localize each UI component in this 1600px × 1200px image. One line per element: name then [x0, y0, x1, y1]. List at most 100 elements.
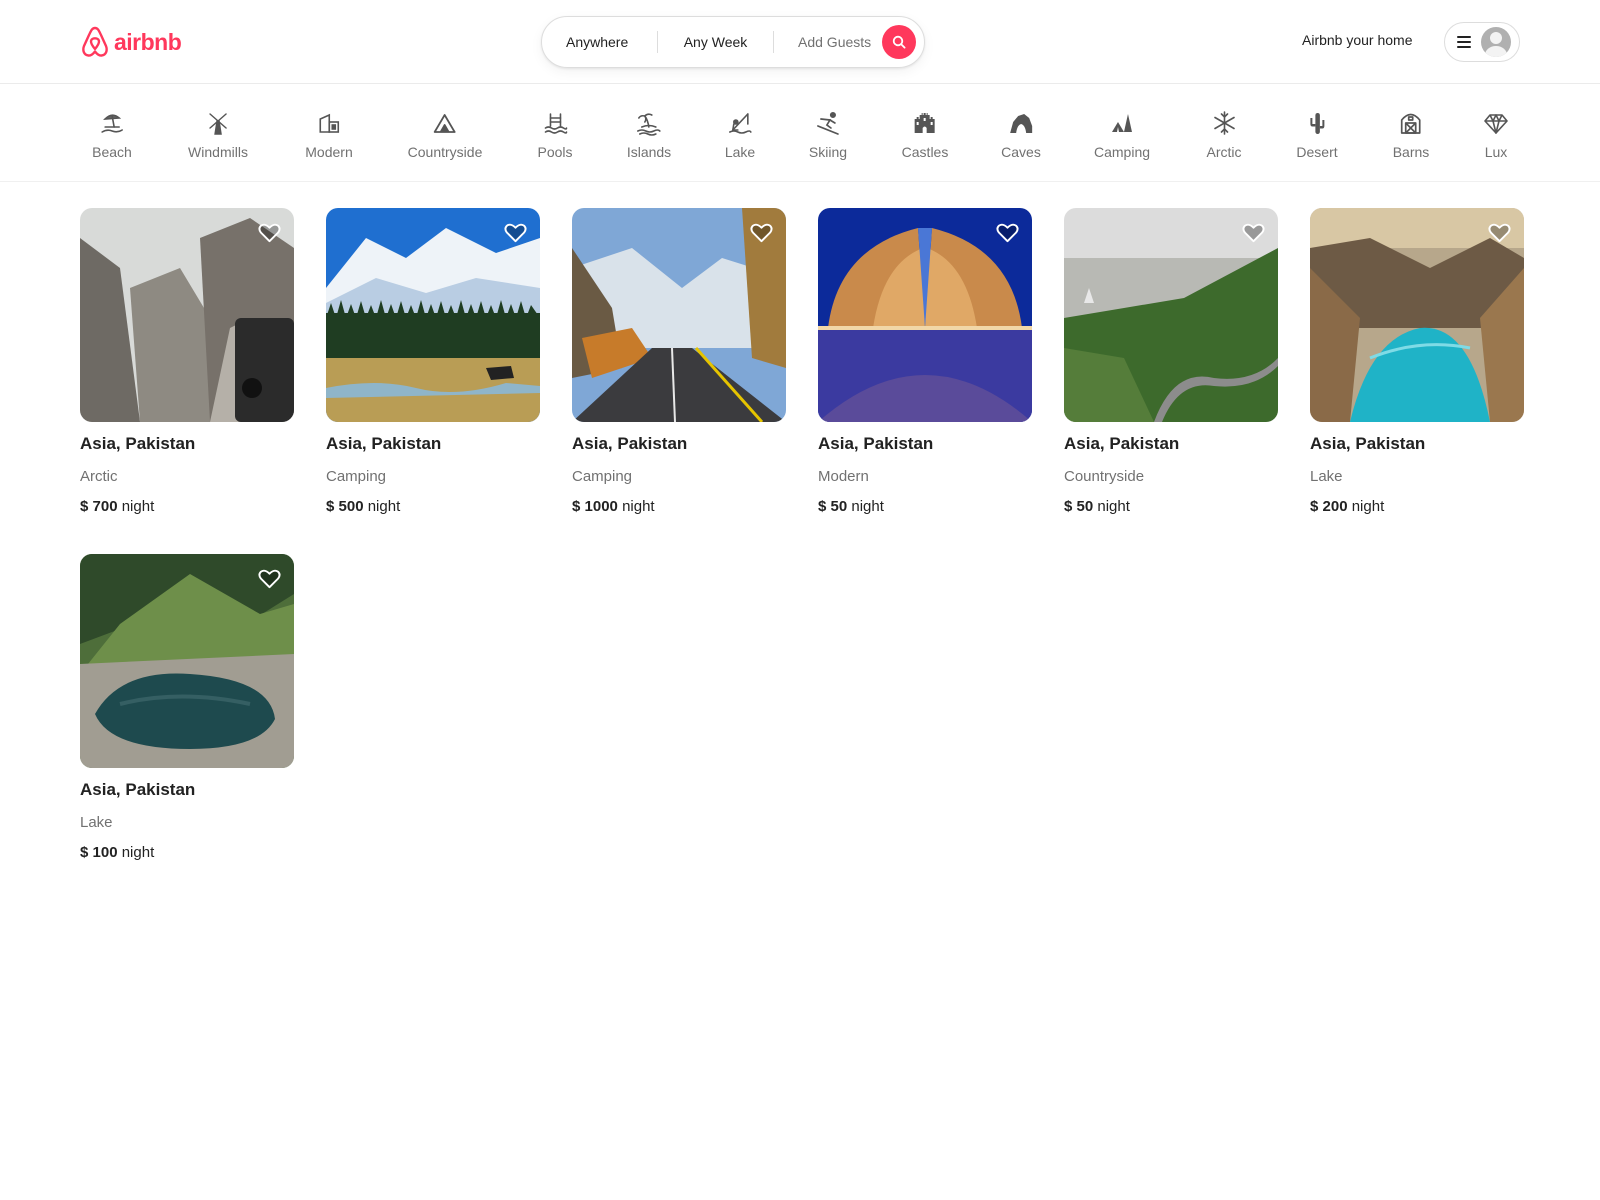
search-anywhere[interactable]: Anywhere: [542, 17, 657, 67]
camping-tent-icon: [1112, 114, 1132, 132]
listing-photo[interactable]: [818, 208, 1032, 422]
windmill-icon: [209, 113, 227, 135]
castle-icon: [915, 113, 935, 133]
price-unit: night: [622, 498, 655, 515]
listing-photo[interactable]: [80, 208, 294, 422]
listing-price: $ 700 night: [80, 498, 294, 515]
airbnb-logo[interactable]: airbnb: [80, 25, 182, 59]
listing-photo[interactable]: [1064, 208, 1278, 422]
search-add-guests[interactable]: Add Guests: [774, 17, 892, 67]
heart-icon[interactable]: [1241, 220, 1266, 245]
cactus-icon: [1309, 113, 1324, 134]
pool-icon: [544, 113, 567, 134]
category-label: Beach: [92, 144, 132, 160]
listing-price: $ 100 night: [80, 844, 294, 861]
category-islands[interactable]: Islands: [627, 110, 671, 166]
lake-fishing-icon: [729, 113, 752, 134]
category-lux[interactable]: Lux: [1483, 110, 1509, 166]
airbnb-your-home-link[interactable]: Airbnb your home: [1302, 32, 1413, 48]
listing-card[interactable]: Asia, Pakistan Lake $ 200 night: [1310, 208, 1524, 515]
listing-photo[interactable]: [326, 208, 540, 422]
listing-card[interactable]: Asia, Pakistan Camping $ 500 night: [326, 208, 540, 515]
barn-icon: [1401, 113, 1421, 134]
search-icon: [892, 35, 906, 49]
category-label: Caves: [1001, 144, 1041, 160]
listing-category: Countryside: [1064, 468, 1145, 485]
heart-icon[interactable]: [749, 220, 774, 245]
user-menu-button[interactable]: [1444, 22, 1520, 62]
price-unit: night: [367, 498, 401, 515]
price-currency: $: [818, 498, 827, 515]
category-arctic[interactable]: Arctic: [1207, 110, 1242, 166]
category-label: Arctic: [1206, 144, 1242, 160]
category-label: Lake: [724, 144, 756, 160]
listing-category: Lake: [80, 814, 113, 831]
category-countryside[interactable]: Countryside: [408, 110, 482, 166]
search-any-week[interactable]: Any Week: [658, 17, 773, 67]
category-caves[interactable]: Caves: [1001, 110, 1041, 166]
top-header: airbnb Anywhere Any Week Add Guests Airb…: [0, 0, 1600, 84]
listing-location: Asia, Pakistan: [1064, 434, 1180, 453]
listing-category: Arctic: [80, 468, 118, 485]
heart-icon[interactable]: [995, 220, 1020, 245]
price-unit: night: [121, 844, 155, 861]
price-amount: 50: [1076, 498, 1094, 515]
heart-icon[interactable]: [503, 220, 528, 245]
listing-photo[interactable]: [80, 554, 294, 768]
listing-location: Asia, Pakistan: [1310, 434, 1426, 453]
listing-price: $ 50 night: [1064, 498, 1278, 515]
hamburger-menu-icon: [1457, 36, 1471, 48]
category-beach[interactable]: Beach: [92, 110, 132, 166]
category-label: Modern: [305, 144, 353, 160]
heart-icon[interactable]: [257, 566, 282, 591]
listing-category: Camping: [326, 468, 387, 485]
price-currency: $: [326, 498, 335, 515]
heart-icon[interactable]: [257, 220, 282, 245]
listing-photo[interactable]: [1310, 208, 1524, 422]
price-currency: $: [80, 498, 89, 515]
category-label: Desert: [1296, 144, 1338, 160]
listing-card[interactable]: Asia, Pakistan Lake $ 100 night: [80, 554, 294, 861]
category-label: Skiing: [808, 144, 848, 160]
category-bar: Beach Windmills Modern Countryside Pools…: [0, 84, 1600, 182]
category-desert[interactable]: Desert: [1296, 110, 1338, 166]
price-unit: night: [1097, 498, 1130, 515]
listing-card[interactable]: Asia, Pakistan Modern $ 50 night: [818, 208, 1032, 515]
snowflake-icon: [1213, 111, 1235, 135]
category-label: Lux: [1484, 144, 1508, 160]
listing-photo[interactable]: [572, 208, 786, 422]
price-currency: $: [80, 844, 89, 861]
listing-card[interactable]: Asia, Pakistan Camping $ 1000 night: [572, 208, 786, 515]
airbnb-logo-icon: [82, 26, 108, 57]
price-currency: $: [572, 498, 581, 515]
listing-location: Asia, Pakistan: [572, 434, 688, 453]
category-label: Islands: [626, 144, 672, 160]
price-amount: 200: [1322, 498, 1348, 515]
search-button[interactable]: [882, 25, 916, 59]
category-label: Pools: [537, 144, 573, 160]
price-currency: $: [1310, 498, 1319, 515]
category-label: Castles: [901, 144, 949, 160]
heart-icon[interactable]: [1487, 220, 1512, 245]
category-lake[interactable]: Lake: [725, 110, 755, 166]
price-amount: 50: [830, 498, 848, 515]
category-camping[interactable]: Camping: [1094, 110, 1150, 166]
listing-card[interactable]: Asia, Pakistan Countryside $ 50 night: [1064, 208, 1278, 515]
category-skiing[interactable]: Skiing: [809, 110, 847, 166]
skiing-icon: [817, 111, 839, 135]
avatar: [1481, 27, 1511, 57]
category-windmills[interactable]: Windmills: [188, 110, 248, 166]
listing-category: Camping: [572, 468, 633, 485]
category-modern[interactable]: Modern: [305, 110, 353, 166]
price-currency: $: [1064, 498, 1073, 515]
listing-price: $ 500 night: [326, 498, 540, 515]
category-castles[interactable]: Castles: [901, 110, 949, 166]
beach-icon: [101, 114, 123, 133]
listing-card[interactable]: Asia, Pakistan Arctic $ 700 night: [80, 208, 294, 515]
category-barns[interactable]: Barns: [1393, 110, 1429, 166]
diamond-icon: [1484, 114, 1508, 134]
category-pools[interactable]: Pools: [537, 110, 573, 166]
listing-location: Asia, Pakistan: [80, 434, 196, 453]
island-icon: [637, 113, 661, 136]
listing-price: $ 200 night: [1310, 498, 1524, 515]
